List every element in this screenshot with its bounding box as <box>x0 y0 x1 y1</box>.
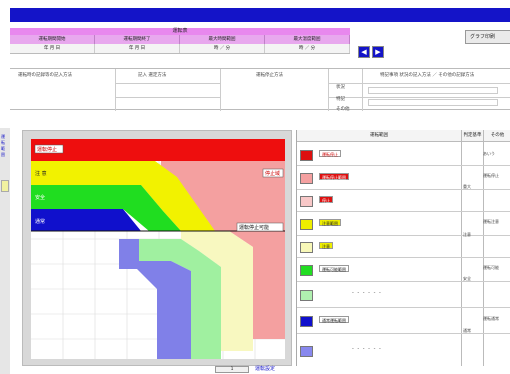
header-values: 年 月 日 年 月 日 時 ／ 分 時 ／ 分 <box>10 44 350 54</box>
bottom-bar: 1 運転設定 <box>215 366 325 374</box>
column-label: 最大温度範囲 <box>265 35 350 44</box>
legend-label: 運転停止範囲 <box>319 173 349 180</box>
legend-swatch <box>300 265 313 276</box>
legend-label: 停止 <box>319 196 333 203</box>
legend-col3: あいう <box>483 151 495 156</box>
info-row-label: その他 <box>336 107 350 112</box>
info-label-left: 運転時の記録等の記入方法 <box>18 73 72 78</box>
legend-dashes: - - - - - - <box>352 346 382 352</box>
legend-col3: 運転注意 <box>483 219 499 224</box>
chart-label-red-right: 停止域 <box>265 170 280 177</box>
legend-head-criteria: 判定基準 <box>461 130 483 142</box>
legend-row[interactable]: 運転可能範囲 運転可能 <box>297 258 510 282</box>
column-label: 運転期間開始 <box>10 35 95 44</box>
legend-note: 安全 <box>463 276 471 281</box>
legend-panel: 運転範囲 判定基準 その他 運転停止 あいう 運転停止範囲 運転停止 停止 重大… <box>296 130 510 366</box>
status-field[interactable] <box>368 87 498 94</box>
legend-row[interactable]: 停止 重大 <box>297 184 510 212</box>
page-number-field[interactable]: 1 <box>215 366 249 373</box>
header-title: 運転表 <box>10 28 350 35</box>
next-arrow-icon[interactable]: ▶ <box>372 46 384 58</box>
legend-swatch <box>300 316 313 327</box>
legend-dashes: - - - - - - <box>352 290 382 296</box>
legend-row[interactable]: 注意範囲 運転注意 <box>297 212 510 236</box>
header-column-labels: 運転期間開始 運転期間終了 最大時間範囲 最大温度範囲 <box>10 35 350 44</box>
legend-row[interactable]: 注意 注意 <box>297 232 510 258</box>
legend-col3: 運転停止 <box>483 173 499 178</box>
legend-note: 通常 <box>463 328 471 333</box>
bottom-label: 運転設定 <box>255 366 276 372</box>
legend-row[interactable]: 運転停止 あいう <box>297 142 510 166</box>
legend-label: 注意 <box>319 242 333 249</box>
info-label-mid2: 運転停止方法 <box>256 73 283 78</box>
legend-row[interactable]: 運転停止範囲 運転停止 <box>297 166 510 190</box>
legend-swatch <box>300 196 313 207</box>
legend-note: 重大 <box>463 184 471 189</box>
column-label: 運転期間終了 <box>95 35 180 44</box>
chart-label-line: 運転停止可能 <box>239 224 269 231</box>
column-label: 最大時間範囲 <box>180 35 265 44</box>
info-label-mid1: 記入 選定方法 <box>138 73 167 78</box>
chart-label-blue: 通常 <box>35 218 45 225</box>
legend-swatch <box>300 150 313 161</box>
legend-row[interactable]: - - - - - - 安全 <box>297 276 510 308</box>
legend-head-range: 運転範囲 <box>297 130 461 142</box>
legend-col3: 運転可能 <box>483 265 499 270</box>
info-panel: 運転時の記録等の記入方法 記入 選定方法 運転停止方法 特記事項 状況の記入方法… <box>10 68 510 112</box>
chart-label-yellow: 注 意 <box>35 170 47 177</box>
legend-head-other: その他 <box>483 130 510 142</box>
red-zone <box>31 139 285 161</box>
strip-marker[interactable] <box>1 180 9 192</box>
legend-swatch <box>300 219 313 230</box>
legend-swatch <box>300 173 313 184</box>
legend-row[interactable]: 通常運転範囲 運転通常 <box>297 308 510 334</box>
start-date-field[interactable]: 年 月 日 <box>10 44 95 53</box>
legend-row[interactable]: - - - - - - 通常 <box>297 328 510 366</box>
legend-label: 通常運転範囲 <box>319 316 349 323</box>
blue-zone <box>31 209 141 231</box>
temp-range-field[interactable]: 時 ／ 分 <box>265 44 350 53</box>
chart-label-green: 安全 <box>35 194 45 201</box>
end-date-field[interactable]: 年 月 日 <box>95 44 180 53</box>
info-row-label: 状況 <box>336 85 345 90</box>
chart-label-red: 運転停止 <box>37 146 57 153</box>
legend-note: 注意 <box>463 232 471 237</box>
time-range-field[interactable]: 時 ／ 分 <box>180 44 265 53</box>
legend-col3: 運転通常 <box>483 316 499 321</box>
legend-swatch <box>300 346 313 357</box>
left-side-strip: 運 転 範 囲 <box>0 128 10 374</box>
legend-swatch <box>300 242 313 253</box>
chart-frame: 運転停止 注 意 安全 通常 停止域 運転停止可能 <box>22 130 292 366</box>
remark-field[interactable] <box>368 99 498 106</box>
operating-range-chart: 運転停止 注 意 安全 通常 停止域 運転停止可能 <box>31 139 285 359</box>
graph-print-button[interactable]: グラフ印刷 <box>465 30 510 44</box>
strip-labels: 運 転 範 囲 <box>1 134 5 157</box>
info-row-label: 特記 <box>336 97 345 102</box>
info-label-right: 特記事項 状況の記入方法 ／ その他の記録方法 <box>380 73 475 78</box>
legend-label: 注意範囲 <box>319 219 341 226</box>
title-bar <box>10 8 510 22</box>
prev-arrow-icon[interactable]: ◀ <box>358 46 370 58</box>
legend-label: 運転可能範囲 <box>319 265 349 272</box>
legend-label: 運転停止 <box>319 150 341 157</box>
legend-swatch <box>300 290 313 301</box>
